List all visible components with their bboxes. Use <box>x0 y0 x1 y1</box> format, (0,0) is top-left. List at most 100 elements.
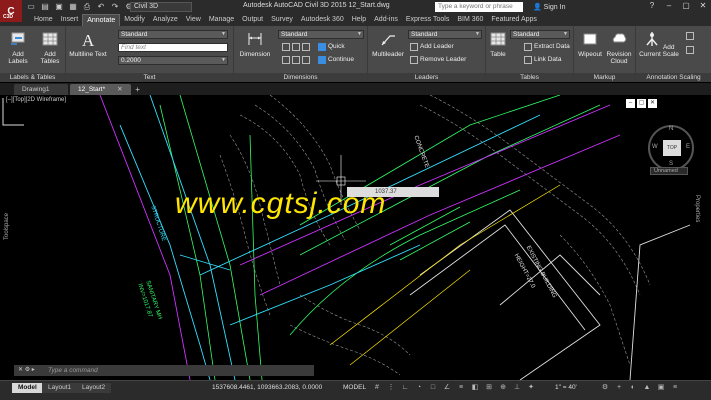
transparency-icon[interactable]: ◧ <box>470 383 480 393</box>
application-menu-button[interactable]: C C3D <box>0 0 22 22</box>
ribbon-tab-insert[interactable]: Insert <box>57 14 83 26</box>
compass-north[interactable]: N <box>669 126 673 132</box>
scale-list-button[interactable] <box>686 32 694 40</box>
otrack-icon[interactable]: ∠ <box>442 383 452 393</box>
dim-tolerance-icon[interactable] <box>302 56 310 64</box>
dim-break-icon[interactable] <box>282 56 290 64</box>
dimension-style-select[interactable]: Standard ▼ <box>278 30 364 39</box>
save-icon[interactable]: ▣ <box>54 2 64 12</box>
new-file-icon[interactable]: ▭ <box>26 2 36 12</box>
wipeout-button[interactable]: Wipeout <box>576 30 604 58</box>
annotation-visibility-icon[interactable]: ✦ <box>526 383 536 393</box>
minimize-icon[interactable]: – <box>663 0 675 12</box>
quick-dimension-button[interactable]: Quick <box>318 43 345 51</box>
layout-tab-model[interactable]: Model <box>12 383 43 393</box>
polar-icon[interactable]: ◔ <box>414 383 424 393</box>
ribbon-tab-modify[interactable]: Modify <box>120 14 149 26</box>
close-icon[interactable]: ✕ <box>697 0 709 12</box>
ribbon-tab-annotate[interactable]: Annotate <box>82 14 121 26</box>
leader-style-select[interactable]: Standard ▼ <box>408 30 482 39</box>
sync-scale-button[interactable] <box>686 46 694 54</box>
ribbon-tab-autodesk-360[interactable]: Autodesk 360 <box>297 14 348 26</box>
layout-tab-layout1[interactable]: Layout1 <box>42 383 78 393</box>
workspace-switch-icon[interactable]: ⚙ <box>600 383 610 393</box>
document-tab[interactable]: Drawing1 <box>14 84 68 95</box>
add-icon[interactable]: + <box>614 383 624 393</box>
clean-screen-icon[interactable]: ▣ <box>656 383 666 393</box>
dynamic-ucs-icon[interactable]: ⊥ <box>512 383 522 393</box>
table-style-select[interactable]: Standard ▼ <box>510 30 570 39</box>
extract-data-button[interactable]: Extract Data <box>524 43 570 51</box>
redo-icon[interactable]: ↷ <box>110 2 120 12</box>
link-data-button[interactable]: Link Data <box>524 56 561 64</box>
print-icon[interactable]: ⎙ <box>82 2 92 12</box>
coordinate-display[interactable]: 1537608.4461, 1093663.2083, 0.0000 <box>212 384 322 391</box>
text-height-select[interactable]: 0.2000 ▼ <box>118 56 228 65</box>
leaders-panel-title[interactable]: Leaders <box>368 73 485 82</box>
dim-linear-icon[interactable] <box>282 43 290 51</box>
ribbon-tab-featured-apps[interactable]: Featured Apps <box>487 14 541 26</box>
dimension-button[interactable]: Dimension <box>238 30 272 58</box>
command-history-icon[interactable]: ✕ ⚙ ▸ <box>18 365 35 376</box>
labels-tables-panel-title[interactable]: Labels & Tables <box>0 73 65 82</box>
new-tab-icon[interactable]: + <box>133 85 143 95</box>
workspace-select[interactable]: Civil 3D <box>130 2 192 12</box>
viewcube-top-face[interactable]: TOP <box>663 140 681 156</box>
annotation-scaling-panel-title[interactable]: Annotation Scaling <box>636 73 711 82</box>
add-leader-button[interactable]: Add Leader <box>410 43 454 51</box>
properties-palette-tab[interactable]: Properties <box>694 195 700 222</box>
ribbon-tab-bim-360[interactable]: BIM 360 <box>453 14 487 26</box>
document-tab[interactable]: 12_Start* ✕ <box>70 84 131 95</box>
save-as-icon[interactable]: ▦ <box>68 2 78 12</box>
selection-cycling-icon[interactable]: ⊞ <box>484 383 494 393</box>
remove-leader-button[interactable]: Remove Leader <box>410 56 466 64</box>
continue-dimension-button[interactable]: Continue <box>318 56 354 64</box>
ribbon-tab-output[interactable]: Output <box>238 14 267 26</box>
ribbon-tab-view[interactable]: View <box>182 14 205 26</box>
dimensions-panel-title[interactable]: Dimensions <box>234 73 367 82</box>
multileader-button[interactable]: Multileader <box>370 30 406 58</box>
viewcube[interactable]: TOP N S E W <box>648 125 694 171</box>
model-space-toggle[interactable]: MODEL <box>343 384 366 391</box>
undo-icon[interactable]: ↶ <box>96 2 106 12</box>
drawing-canvas[interactable]: [–][Top][2D Wireframe] – ▢ ✕ Toolspace P… <box>0 95 711 380</box>
markup-panel-title[interactable]: Markup <box>574 73 635 82</box>
toolspace-palette-tab[interactable]: Toolspace <box>4 213 10 240</box>
ribbon-tab-add-ins[interactable]: Add-ins <box>370 14 402 26</box>
text-panel-title[interactable]: Text <box>66 73 233 82</box>
hardware-acceleration-icon[interactable]: ▲ <box>642 383 652 393</box>
snap-icon[interactable]: ⋮ <box>386 383 396 393</box>
close-tab-icon[interactable]: ✕ <box>117 86 122 93</box>
multiline-text-button[interactable]: A Multiline Text <box>68 30 108 58</box>
tables-panel-title[interactable]: Tables <box>486 73 573 82</box>
dim-space-icon[interactable] <box>292 56 300 64</box>
help-icon[interactable]: ? <box>646 0 658 12</box>
search-input[interactable]: Type a keyword or phrase <box>435 2 523 12</box>
isolate-objects-icon[interactable]: ◐ <box>628 383 638 393</box>
ribbon-tab-express-tools[interactable]: Express Tools <box>402 14 453 26</box>
revision-cloud-button[interactable]: Revision Cloud <box>604 30 634 65</box>
add-tables-button[interactable]: Add Tables <box>36 30 64 65</box>
viewport-minimize-icon[interactable]: – <box>626 99 635 108</box>
ortho-icon[interactable]: ∟ <box>400 383 410 393</box>
ribbon-tab-home[interactable]: Home <box>30 14 57 26</box>
ribbon-tab-manage[interactable]: Manage <box>205 14 238 26</box>
command-line[interactable]: ✕ ⚙ ▸ Type a command <box>14 365 314 376</box>
find-text-input[interactable]: Find text <box>118 43 228 52</box>
customization-icon[interactable]: ≡ <box>670 383 680 393</box>
open-folder-icon[interactable]: ▤ <box>40 2 50 12</box>
dim-aligned-icon[interactable] <box>292 43 300 51</box>
ucs-menu[interactable]: Unnamed <box>650 167 688 175</box>
compass-west[interactable]: W <box>652 144 658 150</box>
ribbon-tab-help[interactable]: Help <box>348 14 370 26</box>
sign-in-button[interactable]: 👤 Sign In <box>533 3 565 11</box>
table-button[interactable]: Table <box>488 30 508 58</box>
compass-east[interactable]: E <box>686 144 690 150</box>
text-style-select[interactable]: Standard ▼ <box>118 30 228 39</box>
dim-angular-icon[interactable] <box>302 43 310 51</box>
add-current-scale-button[interactable]: Add Current Scale <box>638 30 680 58</box>
grid-icon[interactable]: # <box>372 383 382 393</box>
viewport-close-icon[interactable]: ✕ <box>648 99 657 108</box>
ribbon-tab-analyze[interactable]: Analyze <box>149 14 182 26</box>
ribbon-tab-survey[interactable]: Survey <box>267 14 297 26</box>
